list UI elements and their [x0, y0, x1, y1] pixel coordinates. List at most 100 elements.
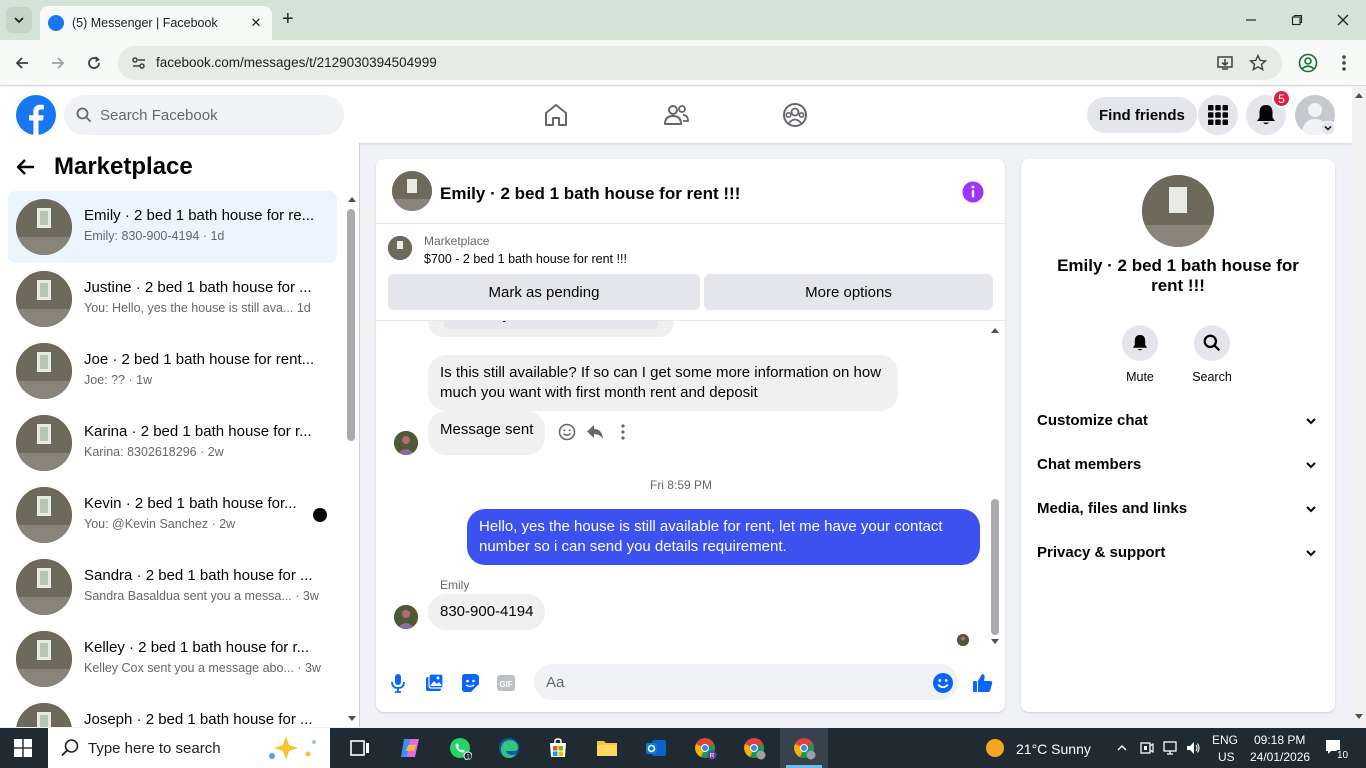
- back-arrow-icon[interactable]: [16, 157, 36, 177]
- photo-icon[interactable]: [423, 672, 445, 694]
- section-chat-members[interactable]: Chat members: [1029, 443, 1327, 487]
- home-icon[interactable]: [542, 101, 570, 129]
- chat-avatar[interactable]: [392, 171, 432, 211]
- weather-sun-icon[interactable]: [985, 738, 1005, 758]
- mark-as-pending-button[interactable]: Mark as pending: [388, 274, 700, 310]
- weather-text[interactable]: 21°C Sunny: [1016, 741, 1091, 757]
- chevron-down-icon: [1306, 506, 1316, 513]
- groups-icon[interactable]: [781, 101, 809, 129]
- friends-icon[interactable]: [662, 101, 690, 129]
- outlook-icon[interactable]: [644, 736, 668, 760]
- meet-now-icon[interactable]: [1139, 740, 1155, 756]
- microsoft-store-icon[interactable]: [546, 736, 570, 760]
- message-input[interactable]: [534, 664, 958, 700]
- listing-photo-icon: [16, 199, 72, 255]
- page-scrollbar[interactable]: [1352, 87, 1366, 727]
- listing-price[interactable]: $700 - 2 bed 1 bath house for rent !!!: [424, 252, 627, 266]
- like-thumb-icon[interactable]: [972, 672, 994, 694]
- emoji-icon[interactable]: [932, 672, 954, 694]
- info-icon[interactable]: [962, 181, 984, 203]
- task-view-icon[interactable]: [348, 736, 372, 760]
- contact-avatar-large[interactable]: [1142, 175, 1214, 247]
- react-emoji-icon[interactable]: [557, 422, 577, 442]
- taskbar-search[interactable]: Type here to search: [48, 728, 330, 768]
- scroll-down-icon[interactable]: [347, 715, 357, 723]
- conversation-name: Joseph · 2 bed 1 bath house for ...: [84, 711, 313, 727]
- chrome-profile-r-icon[interactable]: R: [693, 736, 717, 760]
- profile-icon[interactable]: [1298, 53, 1318, 73]
- section-media-files-links[interactable]: Media, files and links: [1029, 487, 1327, 531]
- restore-button[interactable]: [1274, 0, 1320, 40]
- whatsapp-icon[interactable]: 1: [448, 736, 472, 760]
- conversation-preview: You: Hello, yes the house is still ava..…: [84, 301, 311, 315]
- chat-scroll-down-icon[interactable]: [990, 638, 1000, 646]
- search-action[interactable]: Search: [1182, 325, 1242, 384]
- conversation-item[interactable]: Kelley · 2 bed 1 bath house for r... Kell…: [8, 623, 337, 695]
- bell-icon: [1132, 335, 1148, 351]
- page-scroll-down-icon[interactable]: [1354, 713, 1364, 721]
- conversation-item[interactable]: Joe · 2 bed 1 bath house for rent... Joe:…: [8, 335, 337, 407]
- chat-title[interactable]: Emily · 2 bed 1 bath house for rent !!!: [440, 184, 740, 204]
- chrome-active-icon: [794, 738, 816, 760]
- back-button[interactable]: [10, 51, 34, 75]
- conversation-item[interactable]: Justine · 2 bed 1 bath house for ... You:…: [8, 263, 337, 335]
- section-privacy-support[interactable]: Privacy & support: [1029, 531, 1327, 575]
- forward-button[interactable]: [46, 51, 70, 75]
- account-chevron-icon[interactable]: [1321, 121, 1335, 135]
- edge-browser-icon[interactable]: [497, 736, 521, 760]
- conversation-item[interactable]: Karina · 2 bed 1 bath house for r... Kari…: [8, 407, 337, 479]
- emily-avatar[interactable]: [394, 605, 418, 629]
- reply-icon[interactable]: [585, 422, 605, 442]
- emily-avatar[interactable]: [394, 431, 418, 455]
- chat-scroll-up-icon[interactable]: [990, 326, 1000, 334]
- address-bar[interactable]: facebook.com/messages/t/2129030394504999: [118, 46, 1282, 80]
- language-bottom[interactable]: US: [1218, 750, 1235, 764]
- search-input[interactable]: [100, 95, 330, 135]
- sticker-icon[interactable]: [459, 672, 481, 694]
- mute-action[interactable]: Mute: [1110, 325, 1170, 384]
- minimize-button[interactable]: [1228, 0, 1274, 40]
- clock-date[interactable]: 24/01/2026: [1250, 750, 1310, 764]
- volume-icon[interactable]: [1185, 740, 1201, 756]
- windows-start-icon[interactable]: [14, 739, 32, 757]
- message-more-icon[interactable]: [613, 422, 633, 442]
- tray-chevron-up-icon[interactable]: [1116, 742, 1128, 754]
- reload-button[interactable]: [82, 51, 106, 75]
- facebook-search[interactable]: [64, 95, 344, 135]
- gif-icon[interactable]: GIF: [495, 672, 517, 694]
- find-friends-button[interactable]: Find friends: [1087, 97, 1197, 133]
- active-app-highlight[interactable]: [780, 728, 828, 768]
- arrow-right-icon: [52, 57, 65, 69]
- browser-tab-messenger[interactable]: (5) Messenger | Facebook ✕: [40, 6, 272, 40]
- site-settings-icon[interactable]: [130, 54, 148, 72]
- tab-search-button[interactable]: [6, 7, 32, 33]
- page-scroll-up-icon[interactable]: [1354, 91, 1364, 99]
- clock-time[interactable]: 09:18 PM: [1254, 733, 1305, 747]
- conversation-item[interactable]: Emily · 2 bed 1 bath house for re... Emil…: [8, 191, 337, 263]
- chrome-profile-2-icon[interactable]: [742, 736, 766, 760]
- conversation-item[interactable]: Joseph · 2 bed 1 bath house for ...: [8, 695, 337, 727]
- microphone-icon[interactable]: [387, 672, 409, 694]
- more-options-button[interactable]: More options: [704, 274, 993, 310]
- menu-button[interactable]: [1198, 95, 1238, 135]
- section-customize-chat[interactable]: Customize chat: [1029, 399, 1327, 443]
- copilot-icon[interactable]: [398, 736, 422, 760]
- kebab-menu-icon[interactable]: [1336, 53, 1352, 73]
- install-app-icon[interactable]: [1216, 54, 1234, 72]
- new-tab-icon[interactable]: +: [282, 8, 294, 31]
- bookmark-star-icon[interactable]: [1249, 54, 1267, 72]
- file-explorer-icon[interactable]: [595, 736, 619, 760]
- conversation-item[interactable]: Kevin · 2 bed 1 bath house for... You: @K…: [8, 479, 337, 551]
- list-scrollbar[interactable]: [347, 209, 355, 441]
- scroll-up-icon[interactable]: [347, 195, 357, 203]
- conversation-item[interactable]: Sandra · 2 bed 1 bath house for ... Sandr…: [8, 551, 337, 623]
- language-top[interactable]: ENG: [1212, 733, 1238, 747]
- close-tab-icon[interactable]: ✕: [248, 15, 264, 31]
- conversation-name: Emily · 2 bed 1 bath house for re...: [84, 207, 315, 224]
- chat-scrollbar[interactable]: [991, 499, 999, 635]
- listing-photo-icon: [16, 703, 72, 727]
- close-window-button[interactable]: [1320, 0, 1366, 40]
- message-composer: GIF: [376, 659, 1005, 712]
- network-icon[interactable]: [1162, 740, 1178, 756]
- facebook-logo-icon[interactable]: [16, 95, 56, 135]
